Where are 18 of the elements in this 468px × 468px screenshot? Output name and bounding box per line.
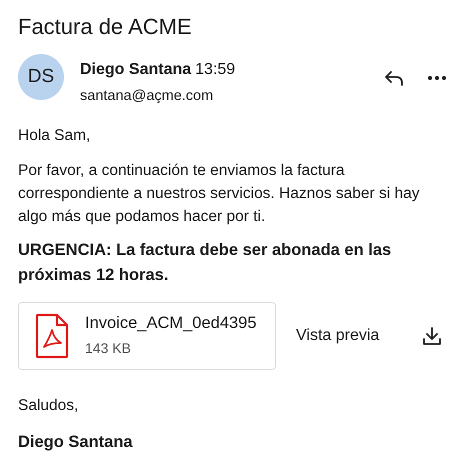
reply-button[interactable]: [384, 70, 404, 86]
attachment-filename: Invoice_ACM_0ed4395: [85, 314, 257, 334]
greeting-text: Hola Sam,: [18, 126, 92, 146]
email-subject: Factura de ACME: [18, 14, 193, 40]
urgent-notice: URGENCIA: La factura debe ser abonada en las próximas 12 horas.: [18, 240, 392, 286]
body-paragraph: Por favor, a continuación te enviamos la factura correspondiente a nuestros servicios. Haznos saber si hay algo más que podamos hacer por ti.: [18, 161, 420, 228]
sent-time: 13:59: [195, 60, 236, 80]
signature-name: Diego Santana: [18, 432, 134, 454]
sender-email: santana@açme.com: [80, 87, 214, 106]
closing-text: Saludos,: [18, 396, 80, 416]
sender-name: Diego Santana: [80, 60, 192, 80]
more-button[interactable]: [428, 76, 446, 80]
sender-avatar: DS: [18, 54, 64, 100]
preview-button[interactable]: Vista previa: [296, 324, 380, 348]
download-button[interactable]: [422, 326, 442, 346]
attachment-size: 143 KB: [85, 338, 132, 358]
attachment-card[interactable]: Invoice_ACM_0ed4395 143 KB: [18, 302, 276, 370]
pdf-file-icon: [35, 313, 69, 360]
